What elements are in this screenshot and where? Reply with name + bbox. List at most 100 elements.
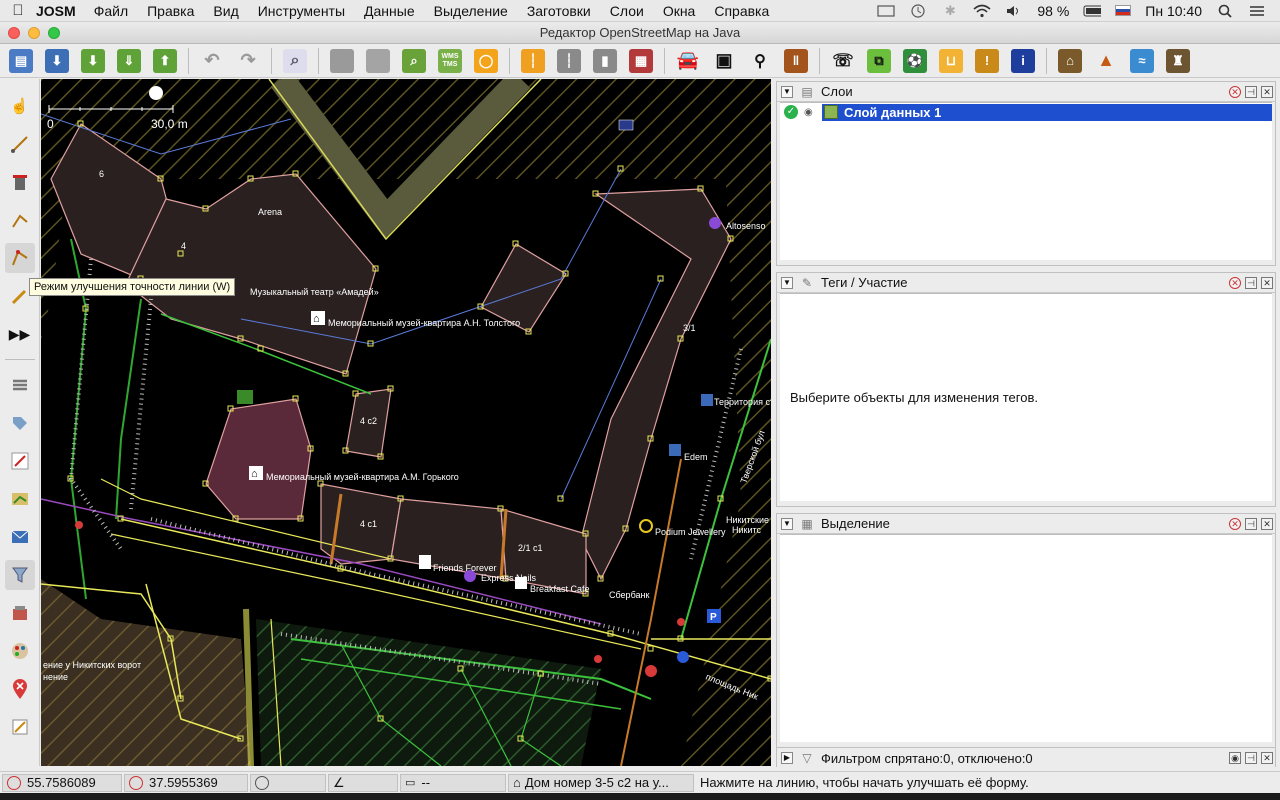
- collapse-icon[interactable]: ▼: [781, 517, 793, 530]
- open-file-icon[interactable]: ▤: [6, 46, 36, 76]
- parallel-tool-icon[interactable]: [5, 205, 35, 235]
- input-source-flag-icon[interactable]: [1115, 5, 1132, 16]
- time-machine-icon[interactable]: [909, 3, 927, 18]
- panel-close-circle-icon[interactable]: ✕: [1229, 517, 1241, 530]
- layer-name-selected[interactable]: Слой данных 1: [822, 103, 1272, 121]
- bus-icon[interactable]: ▣: [709, 46, 739, 76]
- delete-tool-icon[interactable]: [5, 167, 35, 197]
- map-view[interactable]: 0 30,0 m ⌂ ⌂ P 6 4 Arena Музыкальный теа…: [41, 79, 771, 766]
- wifi-icon[interactable]: [973, 4, 991, 18]
- download-area-icon[interactable]: ⇓: [114, 46, 144, 76]
- filter-toggle-icon[interactable]: [4, 560, 35, 590]
- panel-detach-icon[interactable]: ⊣: [1245, 517, 1257, 530]
- layer-row[interactable]: ✓ ◉ Слой данных 1: [780, 103, 1272, 121]
- selection-list[interactable]: [780, 534, 1272, 742]
- spotlight-search-icon[interactable]: [1216, 4, 1234, 18]
- panel-close-circle-icon[interactable]: ✕: [1229, 85, 1241, 98]
- heading-field: [250, 773, 326, 792]
- bus-stop-icon[interactable]: ⧉: [864, 46, 894, 76]
- undo-icon[interactable]: ↶: [197, 46, 227, 76]
- draw-tool-icon[interactable]: [5, 129, 35, 159]
- window-minimize-button[interactable]: [28, 27, 40, 39]
- volume-icon[interactable]: [1005, 4, 1023, 18]
- panel-detach-icon[interactable]: ⊣: [1245, 276, 1257, 289]
- mountain-icon[interactable]: ▲: [1091, 46, 1121, 76]
- select-all-icon[interactable]: [327, 46, 357, 76]
- filter-panel-header[interactable]: ▶ ▽ Фильтром спрятано:0, отключено:0 ◉ ⊣…: [777, 748, 1275, 768]
- panel-close-icon[interactable]: ✕: [1261, 85, 1273, 98]
- expand-icon[interactable]: ▶: [781, 752, 793, 764]
- menu-selection[interactable]: Выделение: [434, 3, 508, 19]
- relation-toggle-icon[interactable]: [5, 446, 35, 476]
- layers-panel-header[interactable]: ▼ ▤ Слои ✕ ⊣ ✕: [777, 82, 1275, 102]
- map-canvas[interactable]: 0 30,0 m ⌂ ⌂ P 6 4 Arena Музыкальный теа…: [41, 79, 771, 766]
- selection-toggle-icon[interactable]: [5, 484, 35, 514]
- panel-close-icon[interactable]: ✕: [1261, 517, 1273, 530]
- menu-view[interactable]: Вид: [213, 3, 238, 19]
- lasso-icon[interactable]: ◯: [471, 46, 501, 76]
- changeset-toggle-icon[interactable]: [5, 712, 35, 742]
- collapse-icon[interactable]: ▼: [781, 85, 793, 98]
- sports-icon[interactable]: ⚽: [900, 46, 930, 76]
- collapse-icon[interactable]: ▼: [781, 276, 793, 289]
- warning-icon[interactable]: !: [972, 46, 1002, 76]
- menu-edit[interactable]: Правка: [147, 3, 194, 19]
- panel-close-circle-icon[interactable]: ✕: [1229, 276, 1241, 289]
- window-zoom-button[interactable]: [48, 27, 60, 39]
- road-divider-icon[interactable]: ┆: [554, 46, 584, 76]
- menu-help[interactable]: Справка: [714, 3, 769, 19]
- battery-icon[interactable]: [1083, 4, 1102, 18]
- window-close-button[interactable]: [8, 27, 20, 39]
- wall-icon[interactable]: ▦: [626, 46, 656, 76]
- panel-detach-icon[interactable]: ⊣: [1245, 752, 1257, 764]
- selection-panel-header[interactable]: ▼ ▦ Выделение ✕ ⊣ ✕: [777, 514, 1275, 534]
- validator-toggle-icon[interactable]: [5, 522, 35, 552]
- save-icon[interactable]: ⬇: [42, 46, 72, 76]
- panel-close-icon[interactable]: ✕: [1261, 752, 1273, 764]
- display-icon[interactable]: [877, 4, 895, 18]
- info-icon[interactable]: i: [1008, 46, 1038, 76]
- menu-data[interactable]: Данные: [364, 3, 415, 19]
- menu-presets[interactable]: Заготовки: [527, 3, 591, 19]
- tags-toggle-icon[interactable]: [5, 408, 35, 438]
- menu-windows[interactable]: Окна: [663, 3, 696, 19]
- panel-detach-icon[interactable]: ⊣: [1245, 85, 1257, 98]
- zoom-icon[interactable]: ⌕: [399, 46, 429, 76]
- download-icon[interactable]: ⬇: [78, 46, 108, 76]
- shop-icon[interactable]: ⊔: [936, 46, 966, 76]
- clock[interactable]: Пн 10:40: [1145, 3, 1202, 19]
- more-tools-icon[interactable]: ▶▶: [5, 319, 35, 349]
- panel-close-icon[interactable]: ✕: [1261, 276, 1273, 289]
- car-icon[interactable]: 🚘: [673, 46, 703, 76]
- phone-icon[interactable]: ☏: [828, 46, 858, 76]
- apple-icon[interactable]: : [0, 2, 36, 19]
- bicycle-icon[interactable]: ⚲: [745, 46, 775, 76]
- layers-toggle-icon[interactable]: [5, 370, 35, 400]
- wms-tms-icon[interactable]: WMS TMS: [435, 46, 465, 76]
- layer-active-check-icon[interactable]: ✓: [784, 105, 798, 119]
- app-menu[interactable]: JOSM: [36, 3, 76, 19]
- bluetooth-icon[interactable]: ✱: [941, 3, 959, 18]
- menu-layers[interactable]: Слои: [610, 3, 644, 19]
- panel-eye-icon[interactable]: ◉: [1229, 752, 1241, 764]
- preferences-icon[interactable]: ⌕: [280, 46, 310, 76]
- style-toggle-icon[interactable]: [5, 636, 35, 666]
- crossing-icon[interactable]: ▮: [590, 46, 620, 76]
- copy-icon[interactable]: [363, 46, 393, 76]
- select-tool-icon[interactable]: ☝: [5, 91, 35, 121]
- tags-panel-header[interactable]: ▼ ✎ Теги / Участие ✕ ⊣ ✕: [777, 273, 1275, 293]
- railway-icon[interactable]: ‖: [781, 46, 811, 76]
- castle-icon[interactable]: ♜: [1163, 46, 1193, 76]
- redo-icon[interactable]: ↷: [233, 46, 263, 76]
- improve-way-tool-icon[interactable]: [4, 243, 35, 273]
- layer-visibility-eye-icon[interactable]: ◉: [804, 107, 818, 118]
- history-toggle-icon[interactable]: [5, 598, 35, 628]
- notes-toggle-icon[interactable]: [5, 674, 35, 704]
- road-marking-icon[interactable]: ┆: [518, 46, 548, 76]
- menu-file[interactable]: Файл: [94, 3, 128, 19]
- water-icon[interactable]: ≈: [1127, 46, 1157, 76]
- upload-icon[interactable]: ⬆: [150, 46, 180, 76]
- industrial-icon[interactable]: ⌂: [1055, 46, 1085, 76]
- notification-center-icon[interactable]: [1248, 4, 1266, 18]
- menu-tools[interactable]: Инструменты: [258, 3, 345, 19]
